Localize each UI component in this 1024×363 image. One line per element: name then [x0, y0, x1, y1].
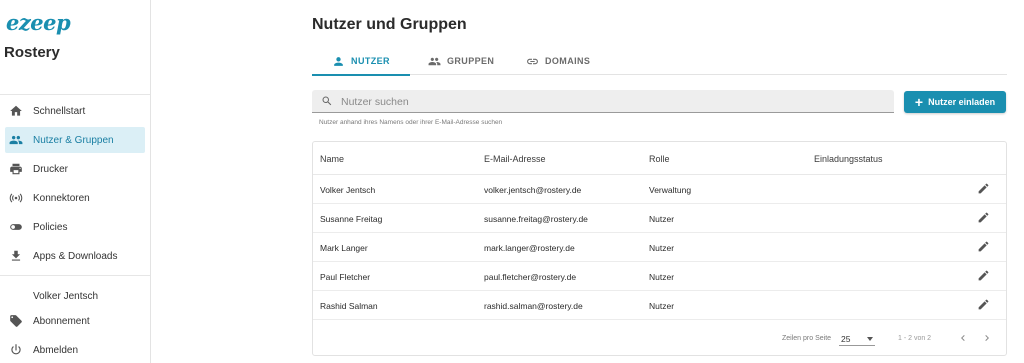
tab-label: GRUPPEN — [447, 56, 495, 66]
sidebar: ezeep Rostery Schnellstart Nutzer & Grup… — [0, 0, 151, 363]
printer-icon — [9, 162, 23, 176]
edit-icon[interactable] — [977, 211, 990, 224]
rows-per-page-label: Zeilen pro Seite — [782, 335, 832, 342]
invite-button-label: Nutzer einladen — [928, 97, 996, 107]
active-tab-indicator — [312, 74, 410, 76]
sidebar-item-policies[interactable]: Policies — [5, 214, 145, 240]
cell-email: volker.jentsch@rostery.de — [484, 185, 582, 195]
column-header-role[interactable]: Rolle — [649, 154, 670, 164]
chevron-right-icon — [985, 335, 989, 341]
column-header-name[interactable]: Name — [320, 154, 344, 164]
next-page-button[interactable] — [981, 332, 993, 344]
tag-icon — [9, 314, 23, 328]
link-icon — [527, 58, 538, 64]
sidebar-item-label: Abonnement — [33, 315, 90, 327]
tab-label: NUTZER — [351, 56, 390, 66]
cell-role: Nutzer — [649, 214, 675, 224]
sidebar-item-label: Abmelden — [33, 344, 79, 356]
dropdown-caret-icon — [867, 337, 873, 341]
main-content: Nutzer und Gruppen NUTZER GRUPPEN DOMAIN… — [151, 0, 1024, 363]
users-table: Name E-Mail-Adresse Rolle Einladungsstat… — [312, 141, 1007, 356]
sidebar-item-label: Drucker — [33, 163, 69, 175]
home-icon — [9, 104, 23, 118]
column-header-email[interactable]: E-Mail-Adresse — [484, 154, 546, 164]
previous-page-button[interactable] — [957, 332, 969, 344]
edit-icon[interactable] — [977, 182, 990, 195]
table-row[interactable]: Volker Jentsch volker.jentsch@rostery.de… — [313, 175, 1006, 204]
cell-name: Rashid Salman — [320, 301, 378, 311]
ezeep-logo[interactable]: ezeep — [6, 10, 71, 35]
tab-gruppen[interactable]: GRUPPEN — [428, 47, 494, 75]
sidebar-user-name: Volker Jentsch — [33, 291, 99, 302]
search-input[interactable] — [341, 93, 881, 110]
download-icon — [9, 249, 23, 263]
cell-email: paul.fletcher@rostery.de — [484, 272, 577, 282]
edit-icon[interactable] — [977, 298, 990, 311]
sidebar-nav: Schnellstart Nutzer & Gruppen Drucker Ko… — [0, 98, 150, 272]
page-title: Nutzer und Gruppen — [312, 16, 467, 33]
tab-bar: NUTZER GRUPPEN DOMAINS — [312, 47, 1007, 76]
search-icon — [322, 96, 332, 106]
cell-email: mark.langer@rostery.de — [484, 243, 575, 253]
sidebar-item-label: Nutzer & Gruppen — [33, 134, 114, 146]
rows-per-page-select[interactable]: 25 — [839, 331, 875, 346]
sidebar-item-label: Policies — [33, 221, 68, 233]
sidebar-item-konnektoren[interactable]: Konnektoren — [5, 185, 145, 211]
sidebar-item-nutzer-gruppen[interactable]: Nutzer & Gruppen — [5, 127, 145, 153]
cell-role: Nutzer — [649, 272, 675, 282]
sidebar-divider — [0, 275, 150, 276]
sidebar-item-label: Konnektoren — [33, 192, 90, 204]
power-icon — [9, 343, 23, 357]
cell-role: Verwaltung — [649, 185, 692, 195]
edit-icon[interactable] — [977, 240, 990, 253]
cell-name: Paul Fletcher — [320, 272, 371, 282]
cell-role: Nutzer — [649, 243, 675, 253]
search-field[interactable] — [312, 90, 894, 113]
table-row[interactable]: Susanne Freitag susanne.freitag@rostery.… — [313, 204, 1006, 233]
plus-icon: + — [914, 94, 924, 110]
company-name: Rostery — [4, 44, 60, 61]
sidebar-item-label: Apps & Downloads — [33, 250, 118, 262]
sidebar-item-drucker[interactable]: Drucker — [5, 156, 145, 182]
connector-icon — [9, 191, 23, 205]
cell-role: Nutzer — [649, 301, 675, 311]
table-row[interactable]: Mark Langer mark.langer@rostery.de Nutze… — [313, 233, 1006, 262]
rows-per-page-value: 25 — [841, 334, 851, 344]
sidebar-item-schnellstart[interactable]: Schnellstart — [5, 98, 145, 124]
tab-domains[interactable]: DOMAINS — [526, 47, 590, 75]
person-icon — [334, 56, 343, 66]
sidebar-divider — [0, 94, 150, 95]
column-header-invitation-status[interactable]: Einladungsstatus — [814, 154, 883, 164]
people-icon — [9, 133, 23, 147]
table-header: Name E-Mail-Adresse Rolle Einladungsstat… — [313, 142, 1006, 175]
cell-name: Volker Jentsch — [320, 185, 376, 195]
cell-name: Mark Langer — [320, 243, 368, 253]
table-pagination: Zeilen pro Seite 25 1 - 2 von 2 — [313, 322, 1006, 355]
tab-label: DOMAINS — [545, 56, 591, 66]
table-row[interactable]: Paul Fletcher paul.fletcher@rostery.de N… — [313, 262, 1006, 291]
cell-email: rashid.salman@rostery.de — [484, 301, 583, 311]
group-icon — [428, 57, 441, 65]
table-row[interactable]: Rashid Salman rashid.salman@rostery.de N… — [313, 291, 1006, 320]
search-hint: Nutzer anhand ihres Namens oder ihrer E-… — [319, 119, 503, 126]
edit-icon[interactable] — [977, 269, 990, 282]
tab-nutzer[interactable]: NUTZER — [312, 47, 410, 76]
pagination-range: 1 - 2 von 2 — [898, 335, 932, 342]
invite-user-button[interactable]: + Nutzer einladen — [904, 91, 1006, 113]
sidebar-item-apps-downloads[interactable]: Apps & Downloads — [5, 243, 145, 269]
sidebar-item-abmelden[interactable]: Abmelden — [5, 337, 145, 363]
chevron-left-icon — [961, 335, 965, 341]
sidebar-item-abonnement[interactable]: Abonnement — [5, 308, 145, 334]
cell-email: susanne.freitag@rostery.de — [484, 214, 588, 224]
toggle-icon — [9, 220, 23, 234]
sidebar-account-nav: Abonnement Abmelden — [0, 308, 150, 363]
cell-name: Susanne Freitag — [320, 214, 383, 224]
sidebar-item-label: Schnellstart — [33, 105, 86, 117]
